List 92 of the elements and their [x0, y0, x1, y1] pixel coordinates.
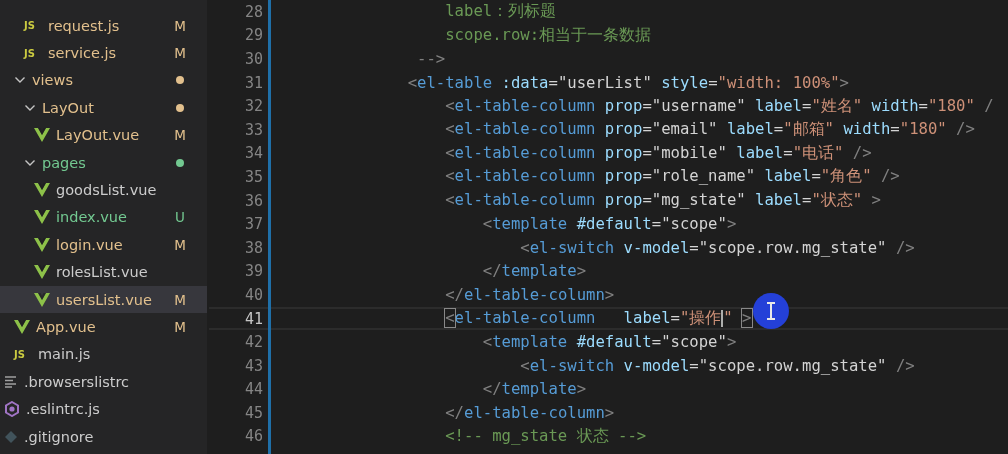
folder-name: LayOut	[42, 99, 95, 116]
lines-icon	[4, 375, 18, 388]
vue-file-icon	[34, 265, 50, 280]
file-row[interactable]: rolesList.vue	[0, 258, 207, 286]
line-number: 29	[243, 26, 263, 45]
vue-file-icon	[34, 210, 50, 225]
vue-file-icon	[34, 128, 50, 143]
line-number: 41	[243, 309, 263, 328]
code-line: <el-table-column prop="mg_state" label="状态" >	[444, 190, 881, 212]
file-row[interactable]: usersList.vue M	[0, 285, 207, 314]
line-number: 35	[243, 167, 263, 186]
line-number: 43	[243, 356, 263, 375]
file-row[interactable]: login.vue M	[0, 231, 207, 259]
git-status-label: U	[174, 209, 186, 226]
file-name: rolesList.vue	[56, 264, 149, 281]
file-name: request.js	[48, 17, 121, 34]
line-number: 46	[243, 427, 263, 446]
line-number: 28	[243, 2, 263, 21]
file-name: usersList.vue	[56, 291, 153, 308]
file-name: .browserslistrc	[24, 373, 131, 390]
file-name: login.vue	[56, 236, 124, 253]
file-row[interactable]: JS request.js M	[0, 12, 207, 40]
git-status-label: M	[173, 319, 187, 335]
folder-row[interactable]: LayOut	[0, 94, 207, 122]
file-row[interactable]: goodsList.vue	[0, 176, 207, 204]
code-line: </el-table-column>	[444, 403, 615, 422]
code-line: </template>	[481, 380, 587, 399]
vue-file-icon	[14, 320, 30, 334]
code-line: label：列标题	[444, 1, 557, 23]
js-file-icon: JS	[24, 20, 42, 32]
file-row[interactable]: App.vue M	[0, 313, 207, 341]
js-file-icon: JS	[14, 348, 32, 360]
folder-name: pages	[42, 154, 87, 171]
file-row[interactable]: index.vue U	[0, 203, 207, 232]
folder-name: views	[32, 72, 74, 89]
line-number: 40	[243, 285, 263, 304]
code-line: <template #default="scope">	[481, 215, 737, 234]
git-status-label: M	[173, 291, 187, 308]
file-name: index.vue	[56, 209, 128, 226]
line-number: 34	[243, 144, 263, 163]
line-number: 33	[243, 120, 263, 139]
code-line: <el-table-column prop="mobile" label="电话" />	[444, 142, 872, 164]
diamond-icon	[4, 429, 18, 444]
line-number: 45	[243, 403, 263, 422]
file-row[interactable]: .gitignore	[0, 422, 207, 451]
file-name: App.vue	[36, 319, 97, 335]
file-row[interactable]: JS service.js M	[0, 39, 207, 67]
line-number: 37	[243, 215, 263, 234]
code-line: <el-switch v-model="scope.row.mg_state" />	[519, 238, 915, 257]
line-number: 44	[243, 380, 263, 399]
code-line: <el-table-column label="操作" >	[444, 308, 752, 329]
vue-file-icon	[34, 237, 50, 252]
file-name: LayOut.vue	[56, 127, 141, 144]
js-file-icon: JS	[24, 47, 42, 59]
vue-file-icon	[34, 183, 50, 198]
code-editor[interactable]	[207, 0, 1008, 454]
file-name: goodsList.vue	[56, 182, 158, 199]
folder-row[interactable]: pages	[0, 148, 207, 177]
code-line: <template #default="scope">	[481, 333, 737, 352]
line-number: 32	[243, 97, 263, 116]
hexagon-icon	[4, 401, 20, 418]
file-name: service.js	[48, 45, 118, 62]
file-name: .gitignore	[24, 428, 95, 445]
code-line: </template>	[481, 262, 587, 281]
line-number: 42	[243, 333, 263, 352]
code-line: <!-- mg_state 状态 -->	[444, 426, 647, 447]
line-number: 30	[243, 50, 263, 68]
code-line: <el-table-column prop="username" label="姓名" width="180" /	[444, 95, 994, 117]
git-status-label: M	[173, 236, 187, 253]
folder-row[interactable]: views	[0, 66, 207, 95]
code-line: -->	[416, 50, 446, 68]
line-number: 39	[243, 262, 263, 281]
git-status-label: M	[173, 17, 187, 34]
file-row[interactable]: LayOut.vue M	[0, 121, 207, 149]
code-line: </el-table-column>	[444, 285, 615, 304]
mouse-pointer-icon	[752, 292, 790, 330]
file-name: main.js	[38, 346, 92, 363]
code-line: <el-switch v-model="scope.row.mg_state" />	[519, 356, 915, 375]
file-row[interactable]: .browserslistrc	[0, 368, 207, 396]
code-line: <el-table :data="userList" style="width: 100%">	[406, 73, 849, 92]
line-number: 36	[243, 191, 263, 210]
git-status-label: M	[173, 45, 187, 62]
line-number: 38	[243, 238, 263, 257]
code-line: scope.row:相当于一条数据	[444, 24, 652, 46]
code-line: <el-table-column prop="role_name" label="角色" />	[444, 166, 900, 188]
file-name: .eslintrc.js	[26, 401, 101, 418]
vue-file-icon	[34, 292, 50, 307]
code-line: <el-table-column prop="email" label="邮箱" width="180" />	[444, 119, 975, 141]
file-row[interactable]: JS main.js	[0, 340, 207, 369]
git-status-label: M	[173, 127, 187, 144]
file-row[interactable]: .eslintrc.js	[0, 395, 207, 423]
line-number: 31	[243, 73, 263, 92]
